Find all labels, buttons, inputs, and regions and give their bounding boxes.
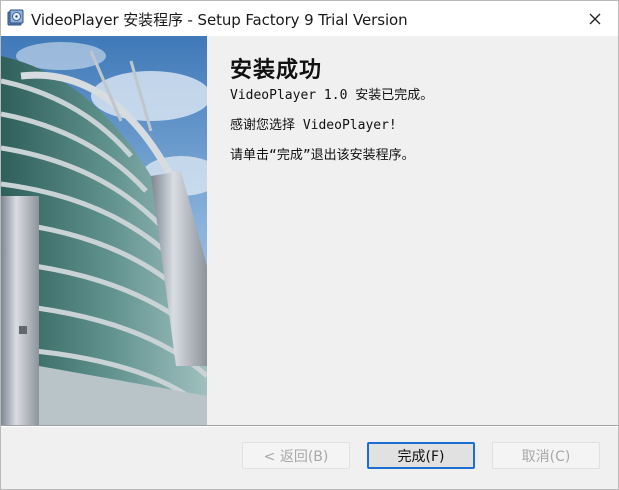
installer-disc-icon — [7, 9, 24, 26]
completion-message: VideoPlayer 1.0 安装已完成。 — [230, 88, 434, 103]
button-bar: < 返回(B) 完成(F) 取消(C) — [1, 427, 618, 489]
installer-window: VideoPlayer 安装程序 - Setup Factory 9 Trial… — [0, 0, 619, 490]
window-title: VideoPlayer 安装程序 - Setup Factory 9 Trial… — [31, 11, 408, 29]
cancel-button[interactable]: 取消(C) — [492, 442, 600, 469]
close-icon — [589, 13, 601, 24]
back-button[interactable]: < 返回(B) — [242, 442, 350, 469]
finish-instruction: 请单击“完成”退出该安装程序。 — [230, 148, 415, 163]
page-title: 安装成功 — [230, 57, 323, 83]
thanks-message: 感谢您选择 VideoPlayer! — [230, 118, 397, 133]
finish-button[interactable]: 完成(F) — [367, 442, 475, 469]
completion-content: 安装成功 VideoPlayer 1.0 安装已完成。 感谢您选择 VideoP… — [207, 36, 618, 425]
building-banner-image — [1, 36, 207, 425]
title-bar: VideoPlayer 安装程序 - Setup Factory 9 Trial… — [1, 1, 618, 36]
wizard-body: 安装成功 VideoPlayer 1.0 安装已完成。 感谢您选择 VideoP… — [1, 36, 618, 425]
close-button[interactable] — [572, 1, 618, 36]
